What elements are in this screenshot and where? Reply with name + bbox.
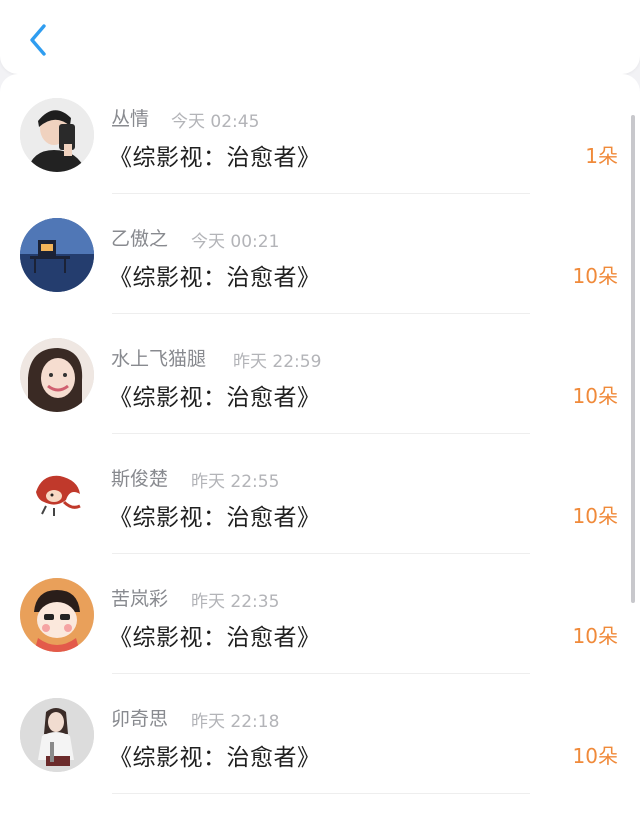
timestamp: 昨天 22:18 (191, 712, 280, 732)
scrollbar[interactable] (631, 115, 635, 603)
timestamp: 昨天 22:59 (233, 352, 322, 372)
gift-count: 10朵 (572, 624, 618, 648)
avatar[interactable] (20, 578, 94, 652)
user-name: 乙傲之 (111, 228, 169, 250)
avatar[interactable] (20, 338, 94, 412)
list-item[interactable]: 乙傲之 今天 00:21 《综影视：治愈者》 10朵 (0, 194, 640, 314)
book-title: 《综影视：治愈者》 (109, 145, 321, 171)
list-item[interactable]: 水上飞猫腿 昨天 22:59 《综影视：治愈者》 10朵 (0, 314, 640, 434)
timestamp: 昨天 22:55 (191, 472, 280, 492)
gift-count: 10朵 (572, 264, 618, 288)
user-name: 斯俊楚 (111, 468, 169, 490)
book-title: 《综影视：治愈者》 (109, 265, 321, 291)
user-name: 卯奇思 (111, 708, 169, 730)
timestamp: 今天 00:21 (191, 232, 280, 252)
list-item[interactable]: 苦岚彩 昨天 22:35 《综影视：治愈者》 10朵 (0, 554, 640, 674)
gift-count: 1朵 (585, 144, 618, 168)
book-title: 《综影视：治愈者》 (109, 385, 321, 411)
timestamp: 昨天 22:35 (191, 592, 280, 612)
book-title: 《综影视：治愈者》 (109, 745, 321, 771)
avatar[interactable] (20, 458, 94, 532)
user-name: 苦岚彩 (111, 588, 169, 610)
top-header (0, 0, 640, 74)
book-title: 《综影视：治愈者》 (109, 505, 321, 531)
user-name: 丛情 (111, 108, 150, 130)
book-title: 《综影视：治愈者》 (109, 625, 321, 651)
list-item[interactable]: 卯奇思 昨天 22:18 《综影视：治愈者》 10朵 (0, 674, 640, 794)
list-item[interactable]: 丛情 今天 02:45 《综影视：治愈者》 1朵 (0, 74, 640, 194)
chevron-left-icon (30, 24, 46, 56)
timestamp: 今天 02:45 (171, 112, 260, 132)
avatar[interactable] (20, 698, 94, 772)
list-item[interactable]: 斯俊楚 昨天 22:55 《综影视：治愈者》 10朵 (0, 434, 640, 554)
gift-record-list: 丛情 今天 02:45 《综影视：治愈者》 1朵 乙傲之 今天 00:21 《综… (0, 74, 640, 814)
back-button[interactable] (18, 18, 58, 62)
avatar[interactable] (20, 98, 94, 172)
gift-count: 10朵 (572, 384, 618, 408)
gift-count: 10朵 (572, 744, 618, 768)
gift-count: 10朵 (572, 504, 618, 528)
avatar[interactable] (20, 218, 94, 292)
user-name: 水上飞猫腿 (111, 348, 207, 370)
